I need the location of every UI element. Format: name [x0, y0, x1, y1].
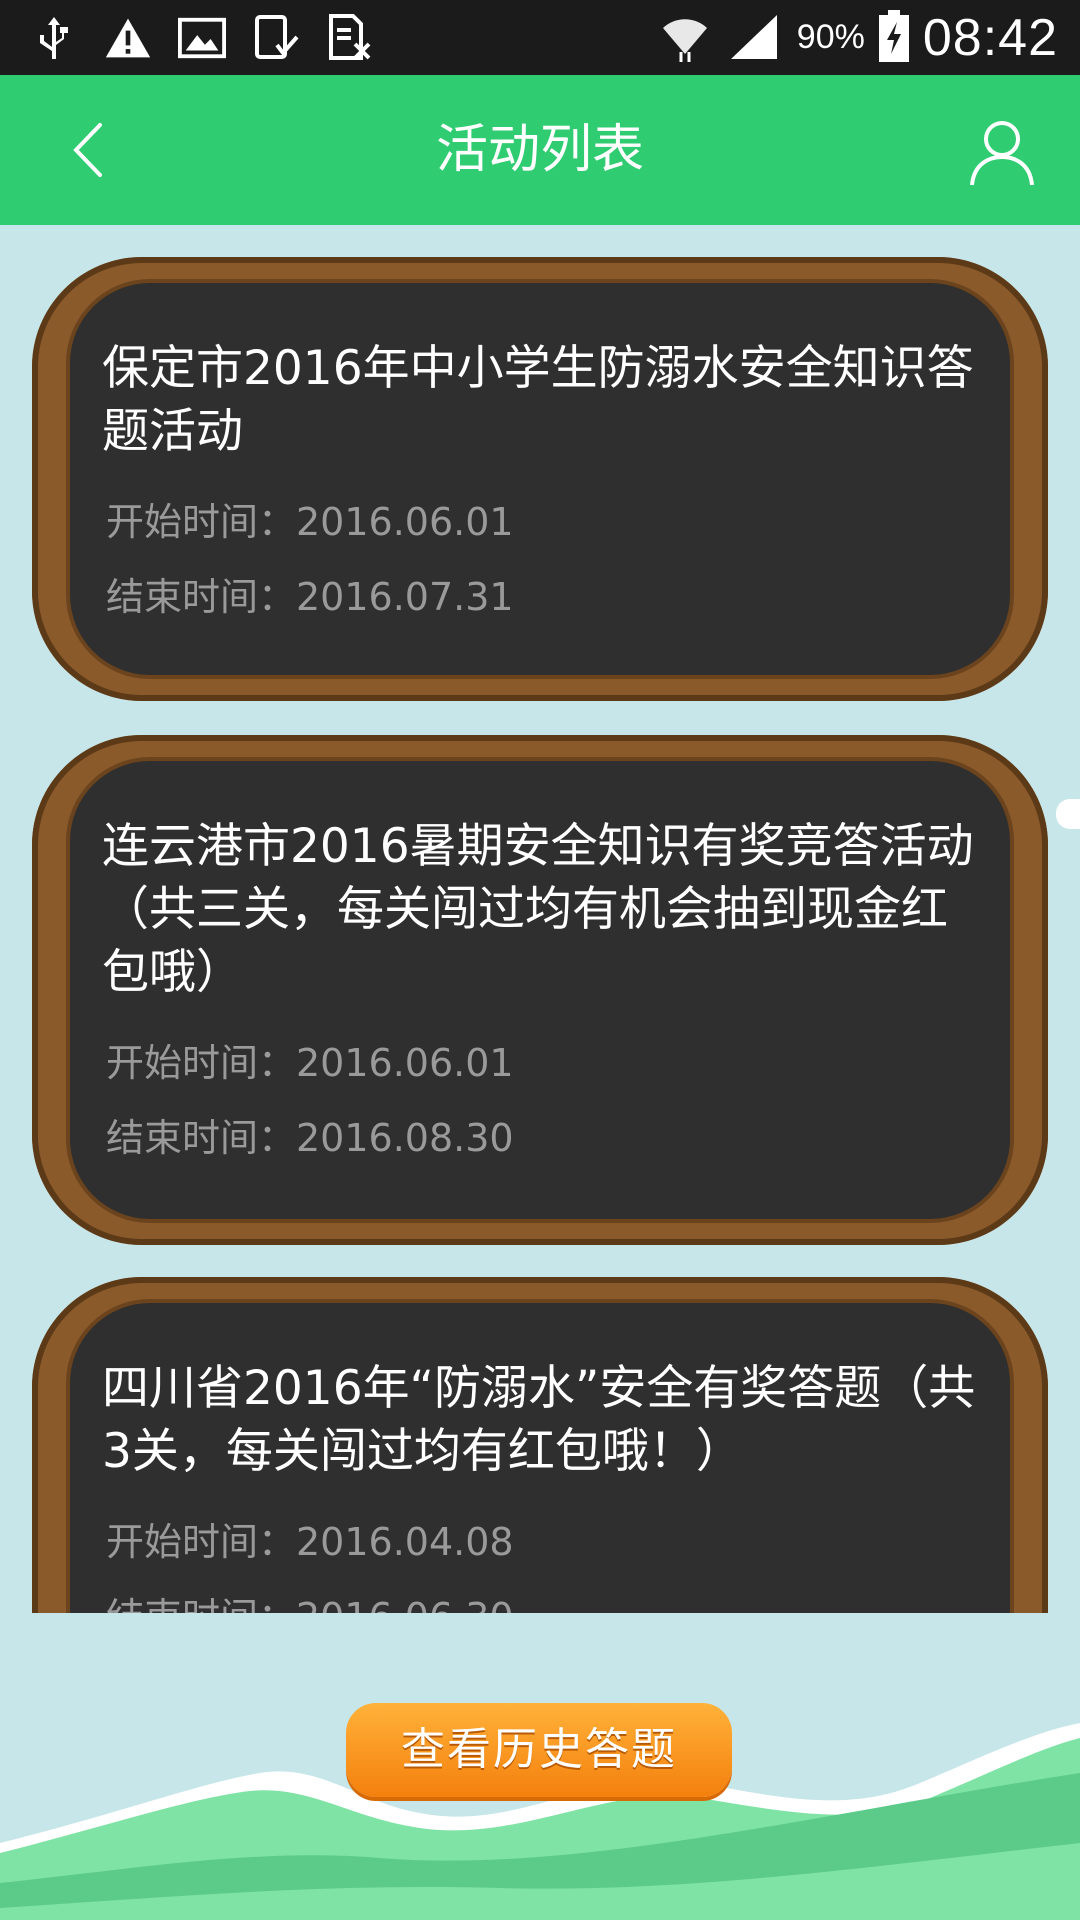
end-date: 结束时间：2016.07.31 [106, 575, 514, 619]
history-button[interactable]: 查看历史答题 [346, 1703, 732, 1797]
signal-icon [727, 11, 783, 65]
wifi-icon [657, 8, 713, 68]
status-bar: 90% 08:42 [0, 0, 1080, 75]
user-button[interactable] [962, 113, 1042, 193]
card-board: 连云港市2016暑期安全知识有奖竞答活动（共三关，每关闯过均有机会抽到现金红包哦… [70, 761, 1010, 1219]
clock: 08:42 [922, 8, 1058, 67]
card-board: 保定市2016年中小学生防溺水安全知识答题活动 开始时间：2016.06.01 … [70, 283, 1010, 675]
start-date: 开始时间：2016.06.01 [106, 500, 514, 544]
usb-icon [30, 14, 78, 62]
activity-list[interactable]: 保定市2016年中小学生防溺水安全知识答题活动 开始时间：2016.06.01 … [0, 225, 1080, 1613]
app-header: 活动列表 [0, 75, 1080, 225]
tablet-check-icon [252, 14, 300, 62]
user-icon [970, 121, 1034, 186]
start-date: 开始时间：2016.04.08 [106, 1520, 514, 1564]
page-title: 活动列表 [435, 120, 644, 180]
card-board: 四川省2016年“防溺水”安全有奖答题（共3关，每关闯过均有红包哦！） 开始时间… [70, 1303, 1010, 1613]
scroll-indicator [1056, 799, 1080, 829]
activity-title: 四川省2016年“防溺水”安全有奖答题（共3关，每关闯过均有红包哦！） [102, 1361, 976, 1479]
start-date: 开始时间：2016.06.01 [106, 1041, 514, 1085]
end-date: 结束时间：2016.06.30 [106, 1580, 980, 1613]
image-icon [178, 14, 226, 62]
battery-charging-icon [878, 9, 909, 66]
bottom-area: 查看历史答题 [0, 1613, 1080, 1920]
battery-percent: 90% [796, 18, 865, 56]
warning-icon [104, 14, 152, 62]
activity-title: 连云港市2016暑期安全知识有奖竞答活动（共三关，每关闯过均有机会抽到现金红包哦… [102, 819, 974, 1000]
end-date: 结束时间：2016.08.30 [106, 1116, 514, 1160]
activity-card[interactable]: 保定市2016年中小学生防溺水安全知识答题活动 开始时间：2016.06.01 … [32, 257, 1048, 701]
sim-x-icon [326, 13, 374, 62]
activity-card[interactable]: 连云港市2016暑期安全知识有奖竞答活动（共三关，每关闯过均有机会抽到现金红包哦… [32, 735, 1048, 1245]
activity-title: 保定市2016年中小学生防溺水安全知识答题活动 [102, 341, 974, 459]
activity-card[interactable]: 四川省2016年“防溺水”安全有奖答题（共3关，每关闯过均有红包哦！） 开始时间… [32, 1277, 1048, 1613]
